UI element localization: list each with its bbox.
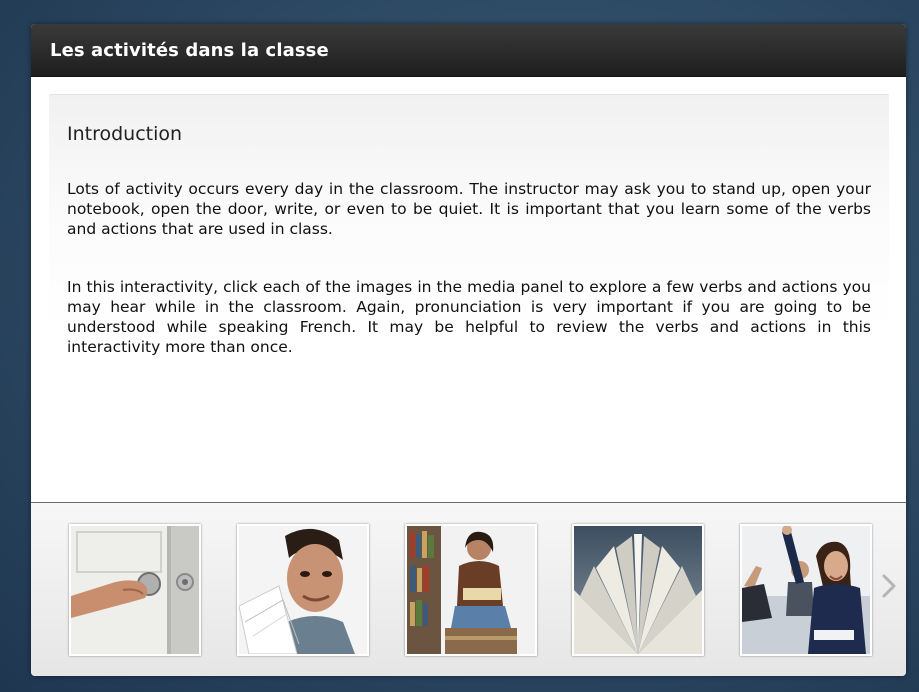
intro-paragraph-1: Lots of activity occurs every day in the… [67, 180, 871, 238]
activity-window: Les activités dans la classe Introductio… [31, 24, 906, 676]
raised-hand-image[interactable] [740, 524, 872, 656]
window-title: Les activités dans la classe [50, 39, 329, 61]
section-heading: Introduction [67, 123, 183, 145]
media-panel [31, 503, 906, 676]
content-panel: Introduction Lots of activity occurs eve… [49, 94, 889, 490]
open-book-image[interactable] [572, 524, 704, 656]
title-bar: Les activités dans la classe [31, 24, 906, 77]
chevron-right-icon[interactable] [879, 573, 899, 599]
student-papers-image[interactable] [237, 524, 369, 656]
door-handle-image[interactable] [69, 524, 201, 656]
reading-library-image[interactable] [405, 524, 537, 656]
intro-paragraph-2: In this interactivity, click each of the… [67, 278, 871, 356]
